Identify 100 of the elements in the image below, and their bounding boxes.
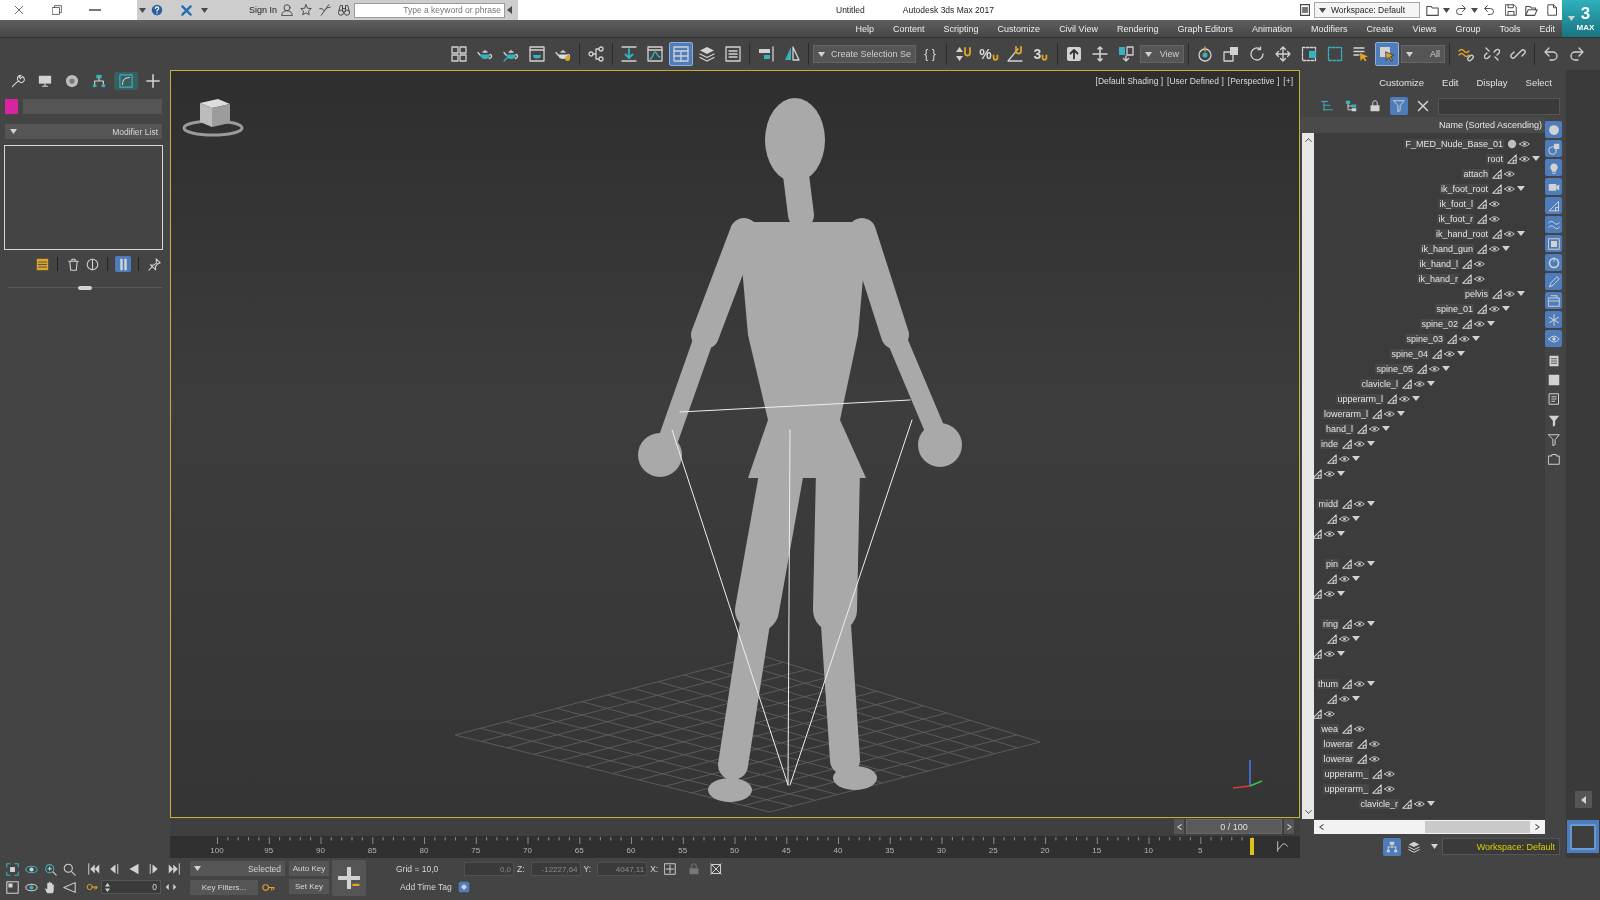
object-name[interactable]: ik_hand_root <box>1434 228 1489 239</box>
triangle-down-icon[interactable] <box>1516 291 1525 296</box>
display-filter-button[interactable] <box>1545 121 1562 138</box>
wedge-icon[interactable] <box>63 880 76 894</box>
triangle-left-icon[interactable] <box>507 6 513 14</box>
object-name[interactable]: clavicle_l <box>1360 378 1399 389</box>
object-name[interactable]: ik_hand_r <box>1417 273 1459 284</box>
scrollbar-thumb[interactable] <box>1425 821 1530 833</box>
eye-icon[interactable] <box>1429 364 1440 373</box>
display-filter-button[interactable] <box>1545 235 1562 252</box>
object-name[interactable]: inde <box>1320 438 1339 449</box>
stack-tool-button[interactable] <box>146 256 162 272</box>
toolbar-button[interactable] <box>668 42 693 66</box>
maximize-icon[interactable] <box>6 880 19 894</box>
menu-item[interactable]: Modifiers <box>1311 23 1348 34</box>
snap-toggle-button[interactable]: % <box>977 42 1001 66</box>
chevron-left-icon[interactable] <box>1318 824 1325 830</box>
eye-icon[interactable] <box>1414 379 1425 388</box>
object-name[interactable]: spine_01 <box>1435 303 1474 314</box>
eye-icon[interactable] <box>1324 709 1335 718</box>
eye-icon[interactable] <box>1384 784 1395 793</box>
object-name[interactable]: lowerar <box>1322 738 1354 749</box>
set-key-button[interactable]: Set Key <box>289 879 329 894</box>
magnifier-icon[interactable] <box>63 862 76 876</box>
object-name[interactable]: lowerar <box>1322 753 1354 764</box>
triangle-down-icon[interactable] <box>1456 351 1465 356</box>
object-name[interactable]: thum <box>1317 678 1339 689</box>
eye-icon[interactable] <box>1354 499 1365 508</box>
step-right-icon[interactable] <box>148 863 160 875</box>
crossed-square-icon[interactable] <box>710 863 723 875</box>
triangle-down-icon[interactable] <box>1336 591 1345 596</box>
viewport-layout-tab[interactable] <box>1567 820 1599 853</box>
set-keys-button[interactable] <box>332 860 366 896</box>
perspective-viewport[interactable]: [Default Shading ] [User Defined ] [Perspective ] [+] <box>170 70 1300 818</box>
eye-icon[interactable] <box>1444 349 1455 358</box>
viewcube-icon[interactable] <box>182 99 244 137</box>
object-name[interactable]: midd <box>1317 498 1339 509</box>
current-frame-marker[interactable] <box>1250 838 1254 855</box>
chevron-up-icon[interactable] <box>1304 137 1312 143</box>
eye-icon[interactable] <box>1324 589 1335 598</box>
chevron-right-icon[interactable] <box>1534 824 1541 830</box>
eye-icon[interactable] <box>1354 679 1365 688</box>
triangle-down-icon[interactable] <box>1336 531 1345 536</box>
triangle-down-icon[interactable] <box>1366 501 1375 506</box>
triangle-down-icon[interactable] <box>1441 366 1450 371</box>
display-filter-button[interactable] <box>1545 159 1562 176</box>
triangle-down-icon[interactable] <box>1351 576 1360 581</box>
blank-page-icon[interactable] <box>1546 4 1558 16</box>
eye-icon[interactable] <box>1324 469 1335 478</box>
eye-icon[interactable] <box>1519 154 1530 163</box>
caret-icon[interactable] <box>201 7 208 13</box>
caret-icon[interactable] <box>139 7 146 13</box>
user-icon[interactable] <box>281 4 294 16</box>
display-filter-button[interactable] <box>1545 140 1562 157</box>
triangle-down-icon[interactable] <box>1336 471 1345 476</box>
eye-icon[interactable] <box>1369 424 1380 433</box>
coordinate-field[interactable]: 4047,11 <box>597 862 648 876</box>
eye-icon[interactable] <box>1504 289 1515 298</box>
eye-icon[interactable] <box>1489 214 1500 223</box>
workspace-field[interactable]: Workspace: Default <box>1442 838 1560 855</box>
eye-icon[interactable] <box>1459 334 1470 343</box>
coordinate-field[interactable]: 0,0 <box>464 862 514 876</box>
toolbar-dropdown[interactable]: Create Selection Se <box>812 45 916 63</box>
triangle-down-icon[interactable] <box>1366 621 1375 626</box>
eye-icon[interactable] <box>1369 754 1380 763</box>
triangle-down-icon[interactable] <box>1366 441 1375 446</box>
object-name[interactable]: hand_l <box>1324 423 1354 434</box>
skip-left-icon[interactable] <box>88 863 100 875</box>
object-name[interactable]: root <box>1486 153 1504 164</box>
triangle-down-icon[interactable] <box>1381 426 1390 431</box>
triangle-down-icon[interactable] <box>1396 411 1405 416</box>
key-mode-dropdown[interactable]: Selected <box>190 861 285 876</box>
workspace-dropdown[interactable]: Workspace: Default <box>1314 2 1420 18</box>
eye-icon[interactable] <box>1324 649 1335 658</box>
viewport-label-menu[interactable]: [Perspective ] <box>1227 76 1280 86</box>
eye-icon[interactable] <box>1504 184 1515 193</box>
explorer-mode-button[interactable] <box>1383 837 1401 856</box>
eye-icon[interactable] <box>1339 634 1350 643</box>
folder-icon[interactable] <box>1426 3 1439 17</box>
object-name[interactable]: spine_04 <box>1390 348 1429 359</box>
menu-lines-icon[interactable] <box>1300 4 1310 16</box>
triangle-down-icon[interactable] <box>1501 306 1510 311</box>
menu-item[interactable]: Edit <box>1539 23 1555 34</box>
object-name[interactable]: pin <box>1325 558 1339 569</box>
triangle-down-icon[interactable] <box>1531 156 1540 161</box>
caret-icon[interactable] <box>1471 7 1478 13</box>
eye-icon[interactable] <box>1474 319 1485 328</box>
menu-item[interactable]: Help <box>855 23 875 34</box>
color-swatch-icon[interactable] <box>5 99 18 114</box>
binoculars-icon[interactable] <box>338 4 351 16</box>
triangle-down-icon[interactable] <box>1351 696 1360 701</box>
named-selection-button[interactable]: { } <box>918 42 942 66</box>
eye-icon[interactable] <box>1489 244 1500 253</box>
triangle-down-icon[interactable] <box>1411 396 1420 401</box>
hand-icon[interactable] <box>44 880 57 894</box>
triangle-down-icon[interactable] <box>1471 336 1480 341</box>
eye-icon[interactable] <box>1354 619 1365 628</box>
previous-frame-button[interactable] <box>1174 819 1184 834</box>
modifier-stack-list[interactable] <box>4 145 163 250</box>
menu-item[interactable]: Group <box>1455 23 1481 34</box>
